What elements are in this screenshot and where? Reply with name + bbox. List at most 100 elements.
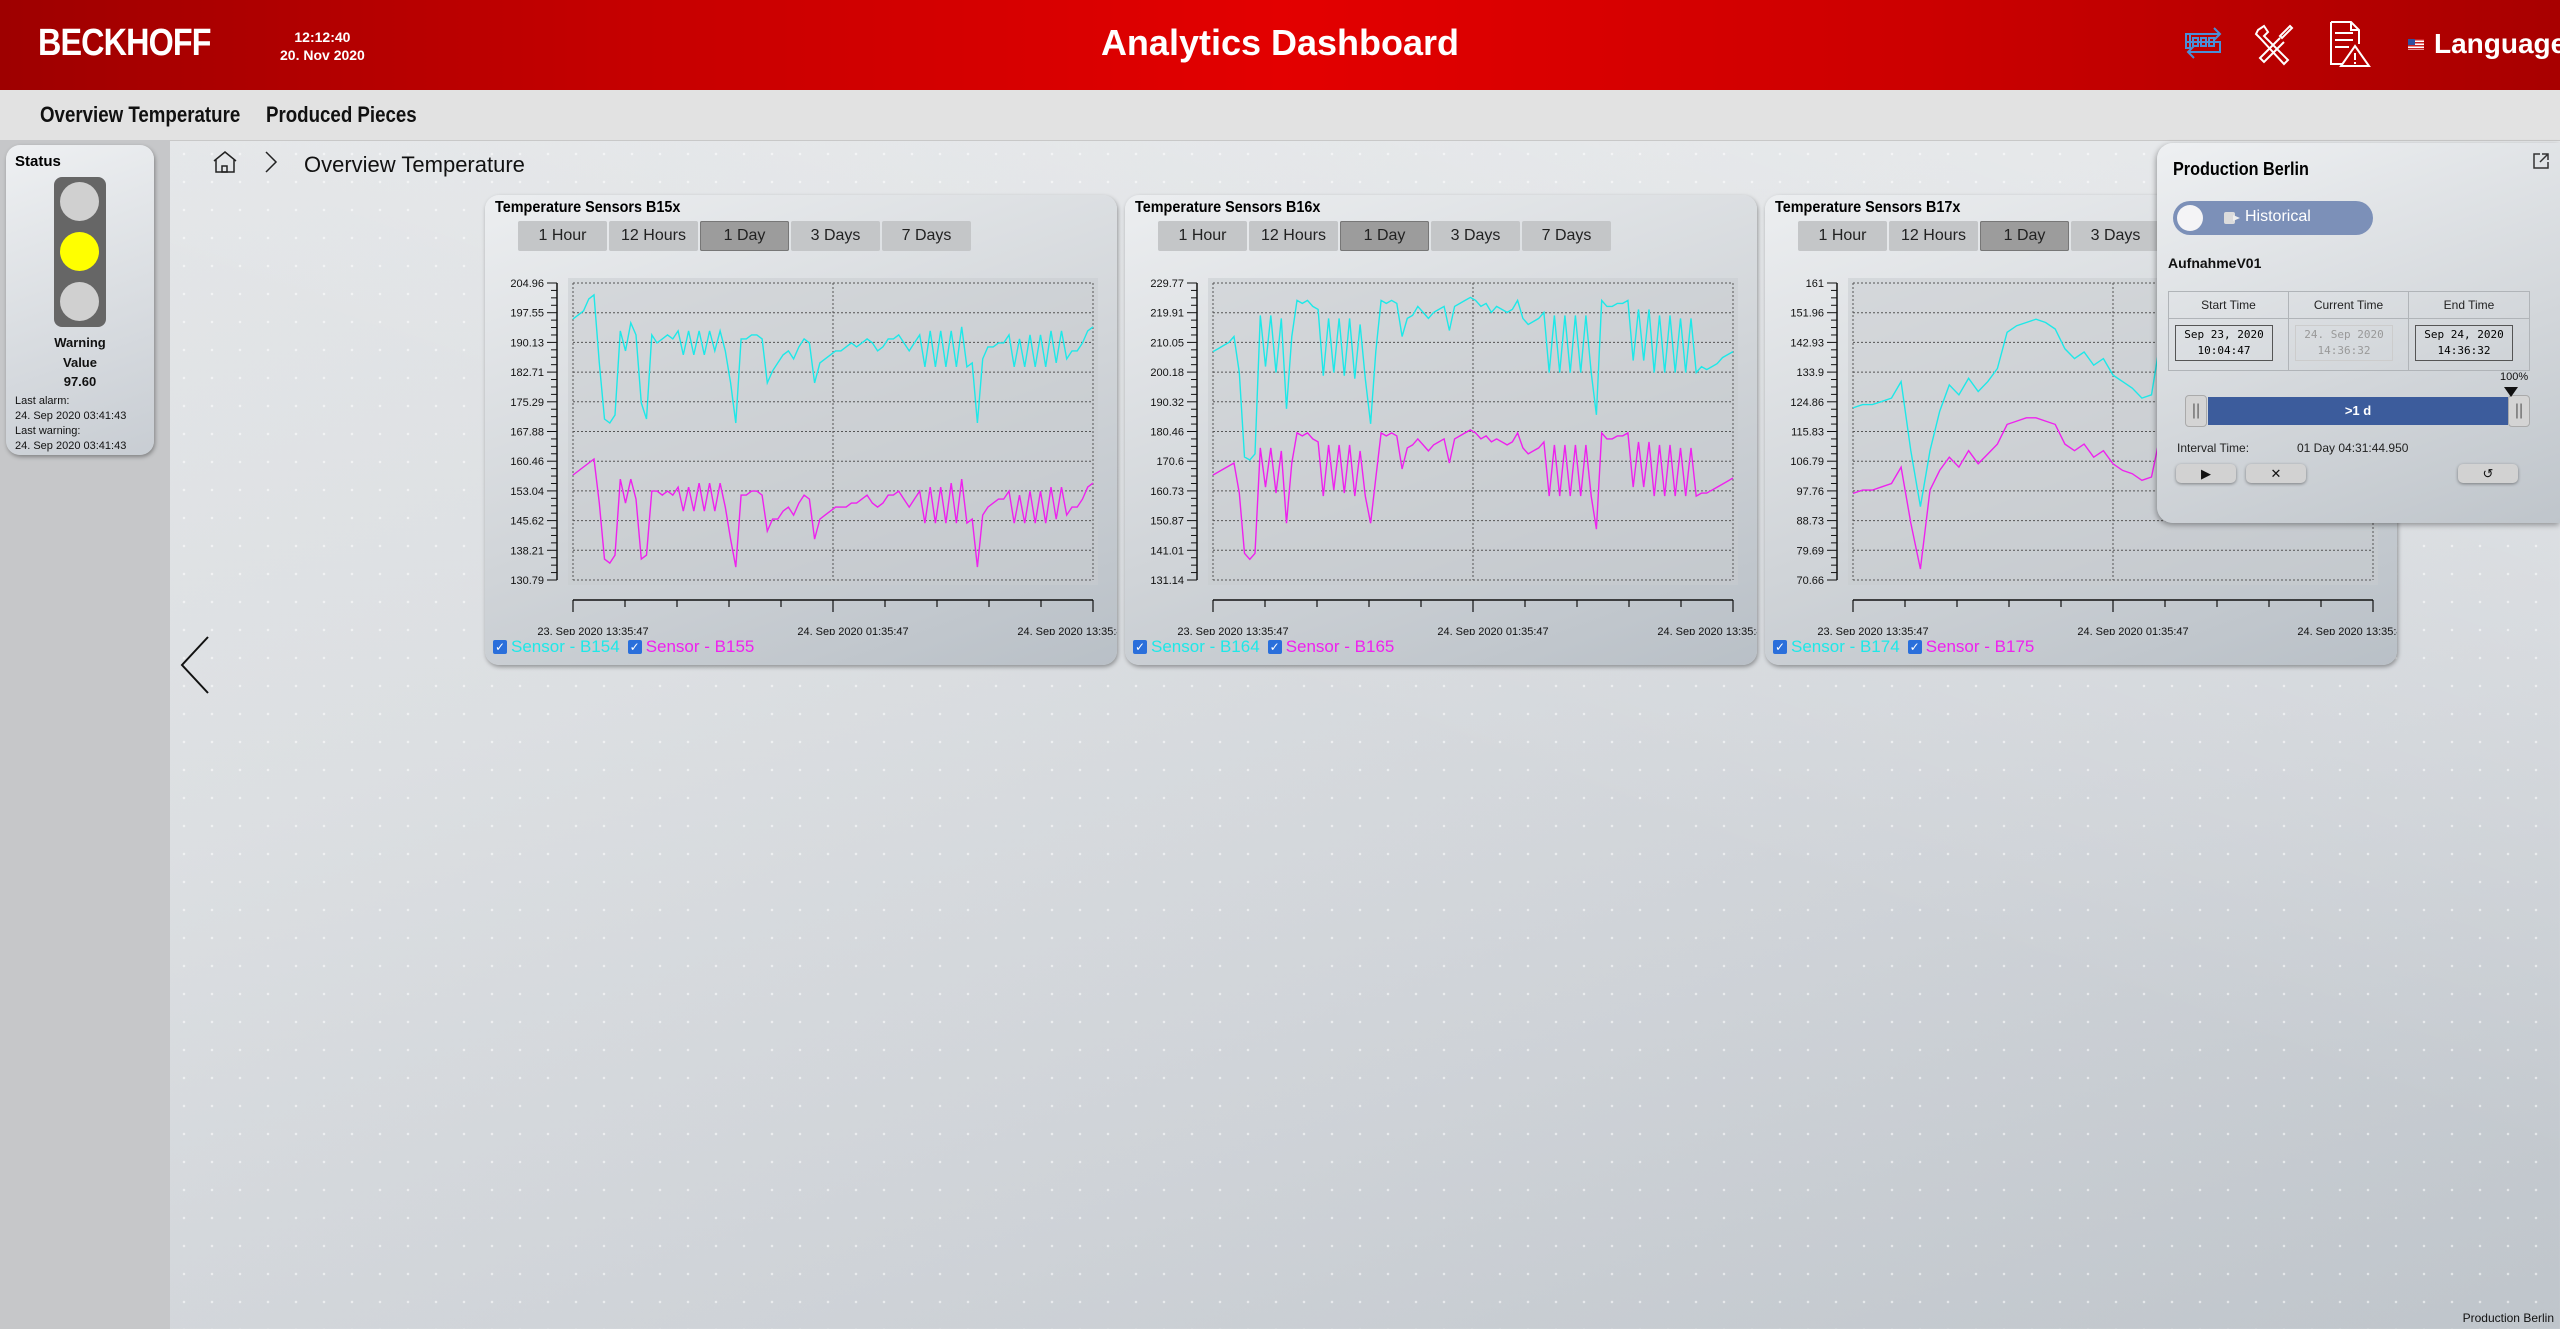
tab-3-days[interactable]: 3 Days: [2071, 221, 2160, 251]
interval-value: 01 Day 04:31:44.950: [2297, 441, 2409, 455]
tab-1-hour[interactable]: 1 Hour: [518, 221, 607, 251]
y-tick-label: 160.46: [510, 456, 544, 468]
breadcrumb: Overview Temperature: [212, 150, 525, 179]
legend-checkbox[interactable]: ✓: [1773, 640, 1787, 654]
alarm-log-icon[interactable]: [2325, 20, 2373, 68]
tab-12-hours[interactable]: 12 Hours: [1249, 221, 1338, 251]
database-icon: [2223, 210, 2241, 231]
legend-checkbox[interactable]: ✓: [627, 640, 642, 654]
tab-1-day[interactable]: 1 Day: [1340, 221, 1429, 251]
range-end-handle[interactable]: ||: [2508, 395, 2530, 427]
chart-legend: ✓ Sensor - B164 ✓ Sensor - B165: [1133, 637, 1398, 657]
footer-label: Production Berlin: [2462, 1311, 2554, 1325]
x-tick-label: 23. Sep 2020 13:35:47: [1817, 626, 1928, 635]
time-range-tabs: 1 Hour12 Hours1 Day3 Days7 Days: [518, 221, 971, 251]
reset-button[interactable]: ↺: [2458, 464, 2518, 483]
tab-1-hour[interactable]: 1 Hour: [1798, 221, 1887, 251]
toggle-knob: [2177, 205, 2203, 231]
x-tick-label: 24. Sep 2020 13:35:47: [2297, 626, 2397, 635]
status-title: Status: [15, 153, 61, 170]
green-lamp: [60, 282, 99, 321]
progress-marker[interactable]: [2504, 387, 2518, 397]
time-range-tabs: 1 Hour12 Hours1 Day3 Days7 Days: [1158, 221, 1611, 251]
historical-label: Historical: [2245, 208, 2311, 225]
current-time-column: Current Time 24. Sep 2020 14:36:32: [2289, 292, 2409, 370]
chart-card: Temperature Sensors B16x 1 Hour 12 Hours 1 …: [1125, 195, 1757, 665]
tab-1-day[interactable]: 1 Day: [1980, 221, 2069, 251]
tab-3-days[interactable]: 3 Days: [1431, 221, 1520, 251]
tools-icon[interactable]: [2250, 20, 2298, 68]
time-range-slider[interactable]: >1 d || ||: [2185, 387, 2533, 428]
end-time-column: End Time Sep 24, 2020 14:36:32: [2409, 292, 2529, 370]
tab-7-days[interactable]: 7 Days: [882, 221, 971, 251]
tab-1-hour[interactable]: 1 Hour: [1158, 221, 1247, 251]
language-label: Language: [2434, 28, 2560, 59]
legend-label: Sensor - B155: [645, 637, 755, 656]
y-tick-label: 161: [1806, 278, 1824, 290]
tab-12-hours[interactable]: 12 Hours: [609, 221, 698, 251]
nav-produced-pieces[interactable]: Produced Pieces: [266, 102, 417, 128]
range-start-handle[interactable]: ||: [2185, 395, 2207, 427]
stop-button[interactable]: ✕: [2246, 464, 2306, 483]
chart-title: Temperature Sensors B16x: [1135, 199, 1321, 216]
y-tick-label: 170.6: [1156, 456, 1184, 468]
legend-label: Sensor - B174: [1791, 637, 1900, 656]
y-tick-label: 229.77: [1150, 278, 1184, 290]
current-time-input: 24. Sep 2020 14:36:32: [2295, 325, 2393, 361]
y-tick-label: 141.01: [1150, 545, 1184, 557]
y-tick-label: 150.87: [1150, 516, 1184, 528]
end-time-header: End Time: [2409, 292, 2529, 319]
y-tick-label: 79.69: [1796, 545, 1824, 557]
y-tick-label: 219.91: [1150, 308, 1184, 320]
tab-12-hours[interactable]: 12 Hours: [1889, 221, 1978, 251]
current-time-header: Current Time: [2289, 292, 2408, 319]
last-warning-label: Last warning:: [15, 425, 81, 437]
y-tick-label: 204.96: [510, 278, 544, 290]
recording-icon[interactable]: [2180, 20, 2228, 68]
legend-checkbox[interactable]: ✓: [1133, 640, 1147, 654]
status-value-label: Value: [63, 355, 97, 370]
line-chart: 204.96 197.55 190.13 182.71 175.29 167.88 160.…: [510, 278, 1117, 635]
y-tick-label: 97.76: [1796, 486, 1824, 498]
y-tick-label: 142.93: [1790, 337, 1824, 349]
popout-icon[interactable]: [2532, 152, 2550, 170]
chevron-right-icon: [264, 150, 278, 179]
legend-label: Sensor - B154: [511, 637, 620, 656]
x-tick-label: 24. Sep 2020 13:35:47: [1657, 626, 1757, 635]
historical-toggle[interactable]: Historical: [2173, 201, 2373, 235]
page-title: Analytics Dashboard: [1100, 22, 1460, 63]
app-header: BECKHOFF 12:12:40 20. Nov 2020 Analytics…: [0, 0, 2560, 90]
progress-percent: 100%: [2500, 371, 2529, 383]
language-button[interactable]: Language: [2408, 28, 2560, 60]
end-time-input[interactable]: Sep 24, 2020 14:36:32: [2415, 325, 2513, 361]
start-time-input[interactable]: Sep 23, 2020 10:04:47: [2175, 325, 2273, 361]
y-tick-label: 197.55: [510, 308, 544, 320]
legend-checkbox[interactable]: ✓: [1267, 640, 1282, 654]
y-tick-label: 153.04: [510, 486, 544, 498]
tab-3-days[interactable]: 3 Days: [791, 221, 880, 251]
range-bar: >1 d: [2208, 397, 2508, 425]
legend-checkbox[interactable]: ✓: [1907, 640, 1922, 654]
line-chart: 229.77 219.91 210.05 200.18 190.32 180.46 170.…: [1150, 278, 1757, 635]
start-time-header: Start Time: [2169, 292, 2288, 319]
y-tick-label: 124.86: [1790, 397, 1824, 409]
home-icon[interactable]: [212, 150, 238, 179]
status-card: Status Warning Value 97.60 Last alarm: 2…: [6, 145, 154, 455]
y-tick-label: 133.9: [1796, 367, 1824, 379]
chart-legend: ✓ Sensor - B154 ✓ Sensor - B155: [493, 637, 758, 657]
nav-overview-temperature[interactable]: Overview Temperature: [40, 102, 240, 128]
panel-title: Production Berlin: [2173, 159, 2309, 179]
previous-page-arrow[interactable]: [178, 635, 218, 695]
chart-legend: ✓ Sensor - B174 ✓ Sensor - B175: [1773, 637, 2038, 657]
legend-checkbox[interactable]: ✓: [493, 640, 507, 654]
y-tick-label: 115.83: [1791, 427, 1824, 439]
recording-panel: Production Berlin Historical AufnahmeV01…: [2157, 143, 2560, 523]
x-tick-label: 23. Sep 2020 13:35:47: [1177, 626, 1288, 635]
y-tick-label: 145.62: [510, 516, 544, 528]
us-flag-icon: [2408, 38, 2424, 50]
y-tick-label: 151.96: [1790, 308, 1824, 320]
play-button[interactable]: ▶: [2176, 464, 2236, 483]
interval-label: Interval Time:: [2177, 441, 2250, 455]
tab-1-day[interactable]: 1 Day: [700, 221, 789, 251]
tab-7-days[interactable]: 7 Days: [1522, 221, 1611, 251]
